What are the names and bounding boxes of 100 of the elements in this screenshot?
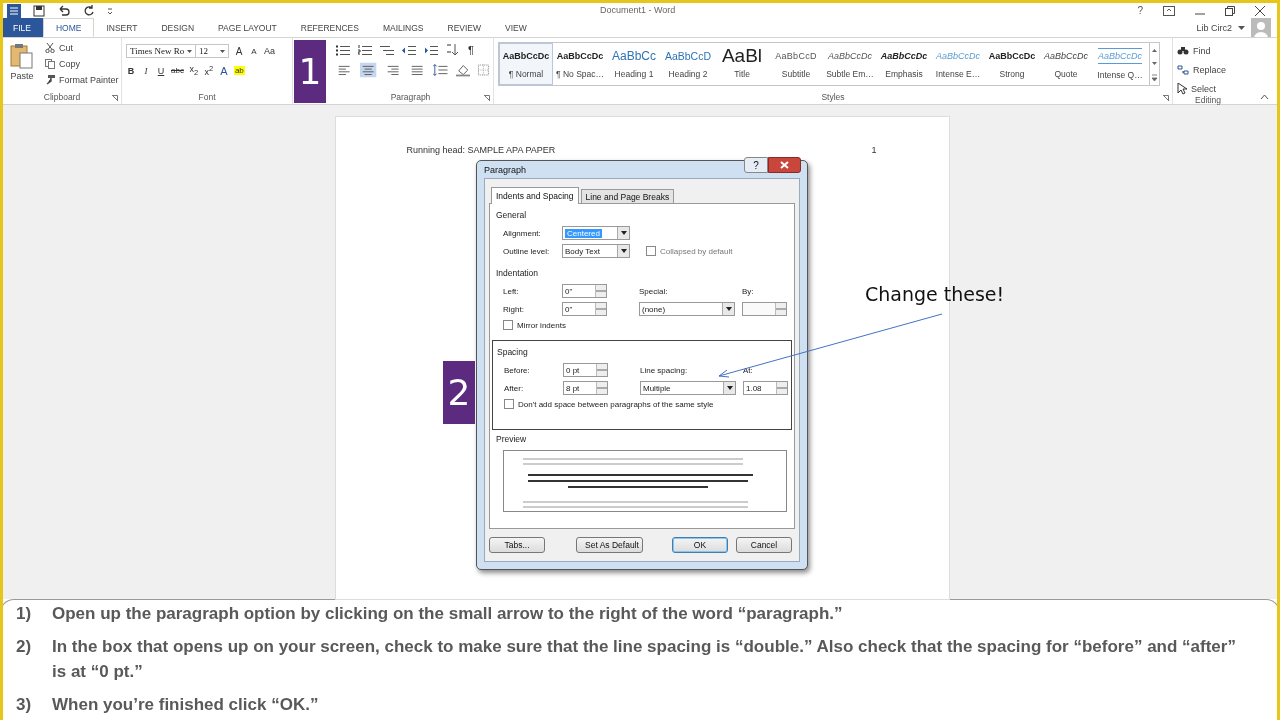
spacing-after-field[interactable]: 8 pt xyxy=(563,381,608,395)
format-button[interactable]: x$_{2}$ xyxy=(188,64,199,77)
style-item[interactable]: AaBbCcDc ¶ Normal xyxy=(499,43,553,85)
ribbon-tab[interactable]: DESIGN xyxy=(149,18,207,37)
format-button[interactable]: abc xyxy=(171,66,184,75)
close-button[interactable] xyxy=(768,157,801,173)
find-button[interactable]: Find xyxy=(1177,44,1239,57)
ribbon-tab[interactable]: INSERT xyxy=(94,18,150,37)
font-size-field[interactable]: 12 xyxy=(195,44,229,58)
bullets-icon[interactable] xyxy=(336,44,350,56)
dialog-button[interactable]: Tabs... xyxy=(489,537,545,553)
left-indent-field[interactable]: 0" xyxy=(562,284,607,298)
user-name[interactable]: Lib Circ2 xyxy=(1196,22,1232,33)
collapsed-checkbox[interactable]: Collapsed by default xyxy=(639,246,733,256)
style-item[interactable]: AaBbCcDc Intense Q… xyxy=(1093,43,1147,85)
outline-level-dropdown[interactable]: Body Text xyxy=(562,244,630,258)
style-item[interactable]: AaBbCcDc Quote xyxy=(1039,43,1093,85)
copy-button[interactable]: Copy xyxy=(45,57,119,71)
replace-icon xyxy=(1177,64,1189,75)
collapse-ribbon-icon[interactable] xyxy=(1260,94,1269,100)
format-painter-button[interactable]: Format Painter xyxy=(45,73,119,87)
line-spacing-at-field[interactable]: 1.08 xyxy=(743,381,788,395)
help-button[interactable]: ? xyxy=(1137,5,1143,16)
step-text: In the box that opens up on your screen, check to make sure that the line spacing is “double.” Also check that the spacing for “before” and “after” is at “0 pt.” xyxy=(52,636,1237,683)
borders-icon[interactable] xyxy=(478,64,489,76)
field-label: Right: xyxy=(503,304,525,314)
style-item[interactable]: AaBbCcD Subtitle xyxy=(769,43,823,85)
style-item[interactable]: AaBbCcDc Emphasis xyxy=(877,43,931,85)
shrink-font-button[interactable]: A xyxy=(249,46,259,56)
line-spacing-icon[interactable] xyxy=(433,64,448,76)
window-title: Document1 - Word xyxy=(600,5,676,15)
dialog-launcher-icon[interactable] xyxy=(112,95,118,101)
dialog-launcher-icon[interactable] xyxy=(484,95,490,101)
dialog-button[interactable]: OK xyxy=(672,537,728,553)
customize-icon[interactable] xyxy=(107,5,113,16)
ribbon-tab[interactable]: MAILINGS xyxy=(370,18,436,37)
format-button[interactable]: A xyxy=(218,64,229,77)
spacing-before-field[interactable]: 0 pt xyxy=(563,363,608,377)
format-button[interactable]: ab xyxy=(233,66,245,75)
field-label: Special: xyxy=(639,286,669,296)
section-heading: General xyxy=(496,210,528,220)
group-label: Paragraph xyxy=(390,92,431,102)
cut-button[interactable]: Cut xyxy=(45,41,119,55)
align-icon[interactable] xyxy=(360,62,377,78)
replace-button[interactable]: Replace xyxy=(1177,63,1239,76)
redo-icon[interactable] xyxy=(83,4,95,17)
undo-icon[interactable] xyxy=(57,4,71,17)
style-item[interactable]: AaBbCc Heading 1 xyxy=(607,43,661,85)
ribbon-tab[interactable]: REVIEW xyxy=(435,18,494,37)
change-case-button[interactable]: Aa xyxy=(264,46,275,56)
style-item[interactable]: AaBbCcDc ¶ No Spac… xyxy=(553,43,607,85)
right-indent-field[interactable]: 0" xyxy=(562,302,607,316)
dialog-tab[interactable]: Line and Page Breaks xyxy=(580,189,675,203)
ribbon-tab[interactable]: REFERENCES xyxy=(288,18,371,37)
paste-button[interactable]: Paste xyxy=(7,41,37,90)
dialog-launcher-icon[interactable] xyxy=(1163,95,1169,101)
page-number: 1 xyxy=(871,145,877,155)
dont-add-space-checkbox[interactable]: Don't add space between paragraphs of the same style xyxy=(497,399,787,409)
by-field[interactable] xyxy=(742,302,787,316)
format-button[interactable]: U xyxy=(156,65,166,76)
numbering-icon[interactable] xyxy=(358,44,372,56)
ribbon-display-icon[interactable] xyxy=(1163,5,1175,16)
caret-icon xyxy=(187,49,192,53)
format-button[interactable]: I xyxy=(141,65,151,76)
ribbon-tab[interactable]: HOME xyxy=(42,18,95,37)
style-item[interactable]: AaBbCcDc Strong xyxy=(985,43,1039,85)
select-button[interactable]: Select xyxy=(1177,82,1239,95)
shading-icon[interactable] xyxy=(455,63,471,77)
format-button[interactable]: x$^{2}$ xyxy=(203,64,214,77)
save-icon[interactable] xyxy=(33,4,45,17)
restore-icon[interactable] xyxy=(1225,5,1235,16)
close-icon[interactable] xyxy=(1255,5,1265,16)
copy-icon xyxy=(45,59,55,69)
ribbon-tab[interactable]: PAGE LAYOUT xyxy=(206,18,289,37)
multilevel-list-icon[interactable] xyxy=(380,44,394,56)
ribbon-tab[interactable]: VIEW xyxy=(493,18,539,37)
line-spacing-dropdown[interactable]: Multiple xyxy=(640,381,736,395)
style-item[interactable]: AaBbCcDc Subtle Em… xyxy=(823,43,877,85)
grow-font-button[interactable]: A xyxy=(234,45,244,57)
increase-indent-icon[interactable] xyxy=(424,44,438,56)
caret-icon[interactable] xyxy=(1238,25,1245,30)
special-dropdown[interactable]: (none) xyxy=(639,302,735,316)
decrease-indent-icon[interactable] xyxy=(402,44,416,56)
running-head: Running head: SAMPLE APA PAPER xyxy=(406,145,556,155)
dialog-button[interactable]: Cancel xyxy=(736,537,792,553)
sort-icon[interactable] xyxy=(446,44,458,56)
dialog-button[interactable]: Set As Default xyxy=(576,537,643,553)
help-button[interactable]: ? xyxy=(744,157,768,173)
mirror-indents-checkbox[interactable]: Mirror indents xyxy=(496,320,788,330)
style-item[interactable]: AaBbCcDc Intense E… xyxy=(931,43,985,85)
style-item[interactable]: AaBbCcD Heading 2 xyxy=(661,43,715,85)
style-item[interactable]: AaBl Title xyxy=(715,43,769,85)
field-label: At: xyxy=(743,365,754,375)
caret-icon xyxy=(220,49,225,53)
show-formatting-button[interactable]: ¶ xyxy=(466,44,476,56)
font-name-field[interactable]: Times New Ro xyxy=(126,44,196,58)
dialog-tab[interactable]: Indents and Spacing xyxy=(491,187,579,204)
format-button[interactable]: B xyxy=(126,65,136,76)
word-logo-icon xyxy=(7,3,21,18)
ribbon-tab[interactable]: FILE xyxy=(3,18,43,37)
